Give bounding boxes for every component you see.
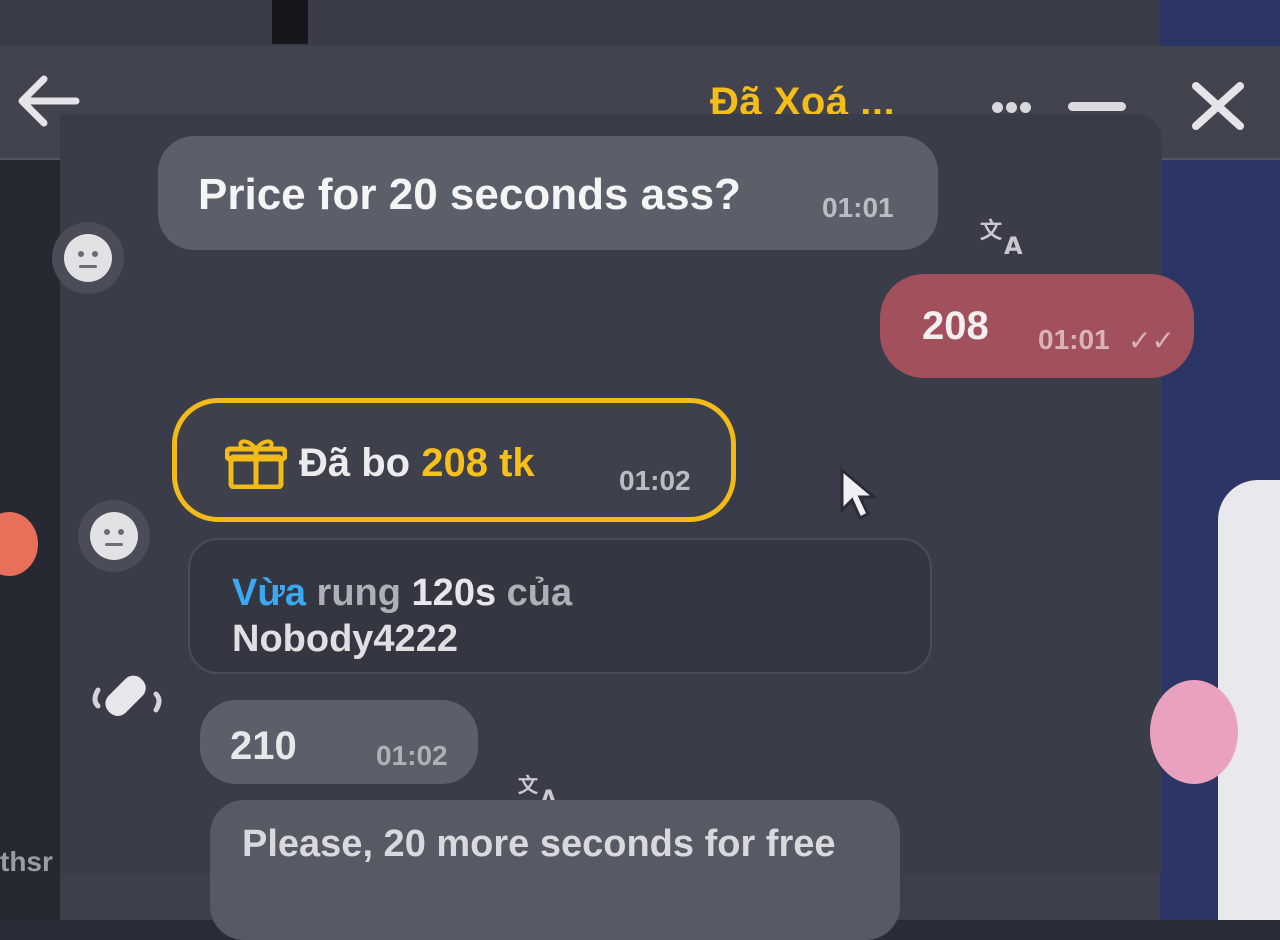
message-text: 210	[230, 724, 297, 768]
message-time: 01:01	[1038, 324, 1110, 355]
vibration-text: rung	[306, 572, 412, 614]
message-text: Price for 20 seconds ass?	[198, 170, 741, 219]
message-time: 01:02	[376, 740, 448, 771]
outgoing-message[interactable]: 208 01:01 ✓✓	[880, 274, 1194, 378]
cursor-icon	[840, 466, 879, 521]
gift-message[interactable]: Đã bo 208 tk 01:02	[172, 398, 736, 522]
gift-label-text: Đã bo	[299, 441, 422, 485]
close-icon[interactable]	[1188, 80, 1248, 132]
vibrate-icon	[92, 675, 162, 716]
vibration-verb: Vừa	[232, 572, 306, 614]
background-dark-bar	[272, 0, 308, 44]
incoming-message[interactable]: Price for 20 seconds ass? 01:01	[158, 136, 938, 250]
avatar-icon[interactable]	[78, 500, 150, 572]
minimize-icon[interactable]	[1068, 102, 1126, 111]
vibration-text-of: của	[496, 572, 573, 614]
message-text: Please, 20 more seconds for free	[242, 823, 836, 865]
background-left-text: thsr	[0, 846, 53, 877]
message-time: 01:01	[822, 192, 894, 223]
avatar-icon[interactable]	[52, 222, 124, 294]
gift-amount: 208 tk	[421, 441, 535, 485]
background-blue-edge	[1160, 0, 1280, 48]
vibration-duration: 120s	[411, 572, 497, 614]
svg-text:文: 文	[980, 218, 1003, 244]
message-text: 208	[922, 304, 989, 348]
vibration-user[interactable]: Nobody4222	[232, 618, 458, 661]
vibration-line: Vừa rung 120s của	[232, 572, 572, 615]
incoming-message[interactable]: 210 01:02	[200, 700, 478, 784]
message-time: 01:02	[619, 465, 691, 496]
gift-icon	[225, 439, 287, 489]
svg-text:文: 文	[518, 773, 539, 797]
translate-icon[interactable]: 文 A	[978, 214, 1032, 258]
background-pink-blob	[1150, 680, 1238, 784]
background-top	[0, 0, 1280, 48]
svg-text:A: A	[1004, 232, 1023, 258]
gift-label: Đã bo 208 tk	[299, 441, 535, 486]
vibration-notice: Vừa rung 120s của Nobody4222	[188, 538, 932, 674]
read-status-icon: ✓✓	[1128, 325, 1175, 356]
incoming-message[interactable]: Please, 20 more seconds for free	[210, 800, 900, 940]
